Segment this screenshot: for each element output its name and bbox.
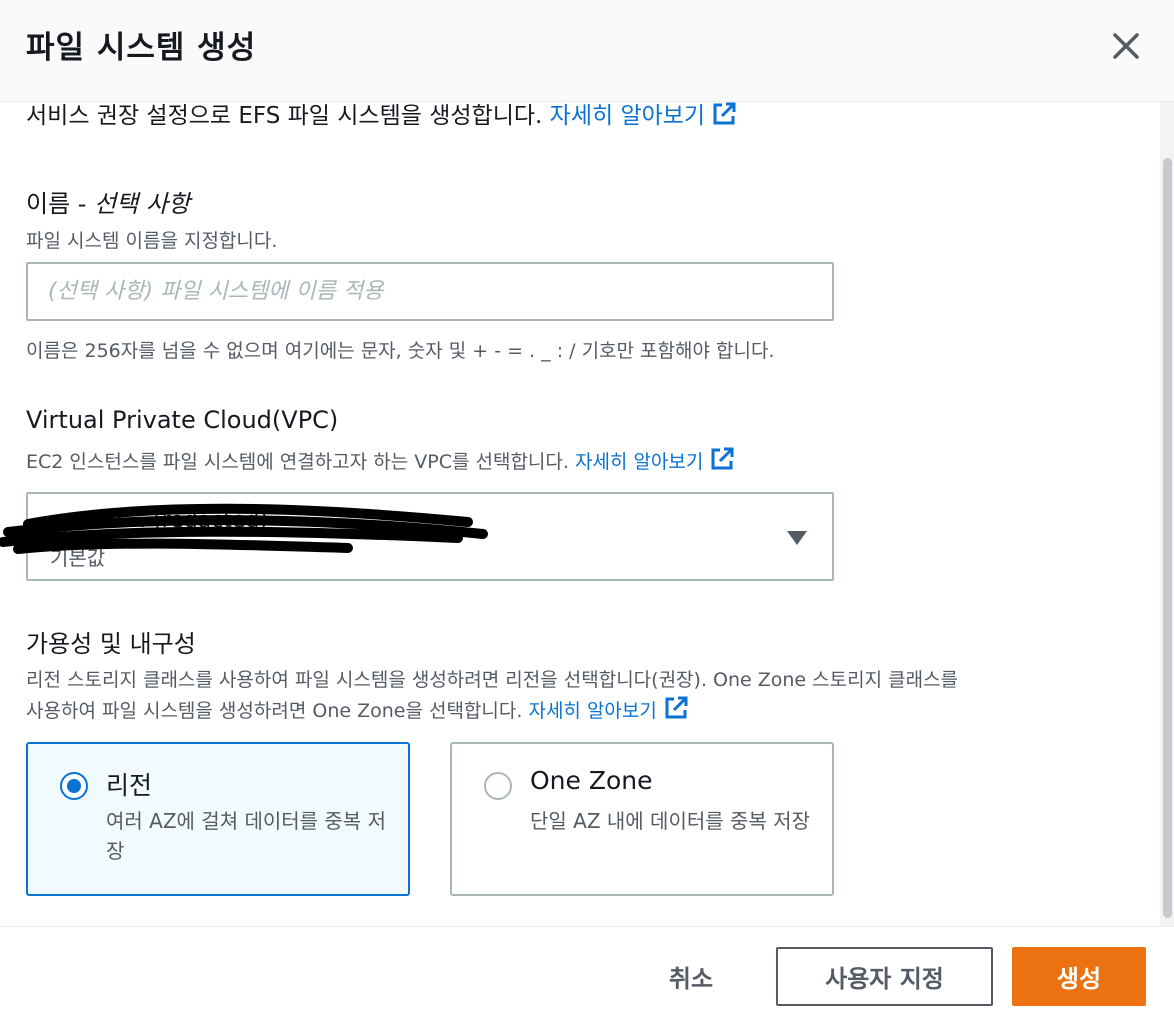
modal-header: 파일 시스템 생성 <box>0 0 1174 102</box>
external-link-icon <box>713 102 736 125</box>
intro-text: 서비스 권장 설정으로 EFS 파일 시스템을 생성합니다. 자세히 알아보기 <box>26 102 737 130</box>
regional-option-title: 리전 <box>106 771 153 800</box>
name-label-optional: 선택 사항 <box>94 190 191 218</box>
modal-title: 파일 시스템 생성 <box>26 30 257 66</box>
cancel-button[interactable]: 취소 <box>636 947 746 1005</box>
radio-icon[interactable] <box>60 772 88 800</box>
external-link-icon <box>665 696 688 719</box>
availability-learn-more-link[interactable]: 자세히 알아보기 <box>528 696 688 722</box>
scrollbar-thumb[interactable] <box>1163 158 1172 918</box>
close-button[interactable] <box>1104 24 1148 68</box>
vpc-description-text: EC2 인스턴스를 파일 시스템에 연결하고자 하는 VPC를 선택합니다. <box>26 451 569 473</box>
availability-option-regional[interactable]: 리전 여러 AZ에 걸쳐 데이터를 중복 저장 <box>26 742 410 896</box>
redaction-scribble <box>0 503 488 554</box>
regional-option-description: 여러 AZ에 걸쳐 데이터를 중복 저장 <box>106 809 386 863</box>
availability-description: 리전 스토리지 클래스를 사용하여 파일 시스템을 생성하려면 리전을 선택합니… <box>26 665 958 726</box>
name-label-text: 이름 - <box>26 190 95 218</box>
one-zone-option-title: One Zone <box>530 766 653 795</box>
vpc-field-label: Virtual Private Cloud(VPC) <box>26 406 339 434</box>
name-field-description: 파일 시스템 이름을 지정합니다. <box>26 230 278 252</box>
vpc-select[interactable]: vpc-07... (redacted) 기본값 <box>0 492 834 581</box>
caret-down-icon <box>787 531 807 545</box>
close-icon <box>1113 33 1139 59</box>
name-field-label: 이름 - 선택 사항 <box>26 184 190 219</box>
vpc-learn-more-label: 자세히 알아보기 <box>574 451 704 473</box>
intro-learn-more-link[interactable]: 자세히 알아보기 <box>549 102 737 129</box>
availability-learn-more-label: 자세히 알아보기 <box>528 700 657 722</box>
availability-label: 가용성 및 내구성 <box>26 630 196 658</box>
availability-description-line1: 리전 스토리지 클래스를 사용하여 파일 시스템을 생성하려면 리전을 선택합니… <box>26 669 959 691</box>
one-zone-option-description: 단일 AZ 내에 데이터를 중복 저장 <box>530 809 810 833</box>
availability-description-line2-wrap: 사용하여 파일 시스템을 생성하려면 One Zone을 선택합니다. 자세히 … <box>26 695 958 726</box>
name-constraint-text: 이름은 256자를 넘을 수 없으며 여기에는 문자, 숫자 및 + - = .… <box>26 340 775 362</box>
create-button[interactable]: 생성 <box>1012 947 1146 1006</box>
name-input[interactable] <box>26 262 834 321</box>
vpc-field-description: EC2 인스턴스를 파일 시스템에 연결하고자 하는 VPC를 선택합니다. 자… <box>26 446 735 474</box>
vpc-learn-more-link[interactable]: 자세히 알아보기 <box>574 447 735 473</box>
intro-description: 서비스 권장 설정으로 EFS 파일 시스템을 생성합니다. <box>26 103 543 129</box>
availability-description-line2: 사용하여 파일 시스템을 생성하려면 One Zone을 선택합니다. <box>26 700 523 722</box>
modal-body: 서비스 권장 설정으로 EFS 파일 시스템을 생성합니다. 자세히 알아보기 … <box>0 102 1174 926</box>
external-link-icon <box>711 447 734 470</box>
availability-option-one-zone[interactable]: One Zone 단일 AZ 내에 데이터를 중복 저장 <box>450 742 834 896</box>
radio-icon[interactable] <box>484 772 512 800</box>
modal-footer: 취소 사용자 지정 생성 <box>0 926 1174 1022</box>
intro-learn-more-label: 자세히 알아보기 <box>549 103 706 129</box>
customize-button[interactable]: 사용자 지정 <box>776 947 993 1006</box>
